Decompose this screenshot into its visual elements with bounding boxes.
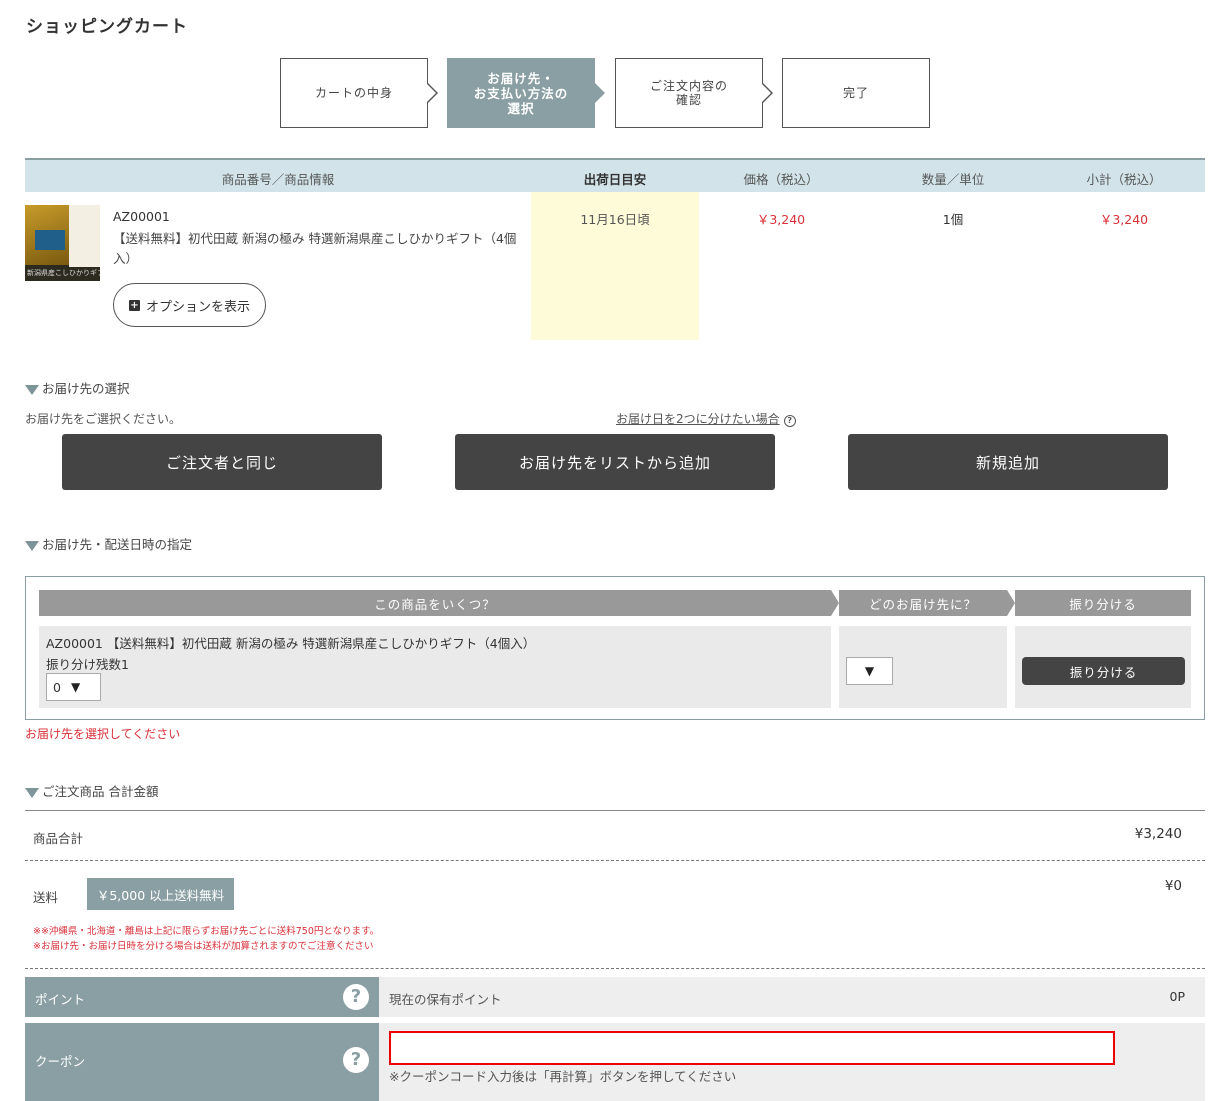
new-address-button[interactable]: 新規追加	[848, 434, 1168, 490]
show-options-button[interactable]: + オプションを表示	[113, 283, 266, 327]
coupon-label-cell: クーポン ?	[25, 1023, 379, 1101]
totals-heading: ご注文商品 合計金額	[25, 781, 158, 800]
divider	[25, 810, 1205, 811]
split-delivery-link-label: お届け日を2つに分けたい場合	[616, 412, 780, 426]
point-value: 0P	[1169, 989, 1186, 1004]
col-subtotal: 小計（税込）	[1086, 172, 1162, 187]
point-label: ポイント	[35, 992, 86, 1007]
checkout-steps: カートの中身 お届け先・ お支払い方法の 選択 ご注文内容の 確認 完了	[280, 58, 930, 128]
split-button[interactable]: 振り分ける	[1022, 657, 1185, 685]
col-product: 商品番号／商品情報	[221, 172, 335, 187]
delivery-select-heading-label: お届け先の選択	[42, 381, 130, 396]
col-price: 価格（税込）	[743, 172, 819, 187]
subtotal-label: 商品合計	[33, 831, 84, 846]
show-options-label: オプションを表示	[145, 299, 250, 315]
step-label: お届け先・ お支払い方法の 選択	[473, 70, 569, 116]
step-complete: 完了	[782, 58, 930, 128]
item-price: ￥3,240	[756, 212, 806, 227]
alloc-item-line: AZ00001 【送料無料】初代田蔵 新潟の極み 特選新潟県産こしひかりギフト（…	[46, 636, 536, 651]
alloc-header-qty-label: この商品をいくつ？	[374, 596, 496, 612]
alloc-header-qty: この商品をいくつ？	[39, 590, 839, 616]
point-value-cell: 現在の保有ポイント 0P	[379, 977, 1205, 1017]
step-label: 完了	[842, 85, 869, 100]
delivery-spec-heading-label: お届け先・配送日時の指定	[42, 537, 193, 552]
remaining-count: 振り分け残数1	[46, 657, 129, 672]
triangle-down-icon	[25, 788, 39, 798]
qty-select[interactable]: 0 ▼	[46, 673, 101, 701]
item-code: AZ00001	[113, 209, 170, 224]
free-shipping-badge: ￥5,000 以上送料無料	[87, 878, 234, 910]
col-ship-date: 出荷日目安	[583, 172, 647, 187]
dropdown-arrow-icon: ▼	[864, 664, 875, 678]
triangle-down-icon	[25, 385, 39, 395]
point-label-cell: ポイント ?	[25, 977, 379, 1017]
qty-select-value: 0	[53, 679, 61, 695]
split-delivery-link[interactable]: お届け日を2つに分けたい場合?	[616, 410, 796, 427]
step-label: ご注文内容の 確認	[649, 78, 728, 107]
same-as-orderer-button[interactable]: ご注文者と同じ	[62, 434, 382, 490]
delivery-instruction: お届け先をご選択ください。	[25, 412, 182, 426]
dropdown-arrow-icon: ▼	[70, 680, 81, 694]
triangle-down-icon	[25, 541, 39, 551]
destination-select[interactable]: ▼	[846, 657, 893, 685]
plus-icon: +	[128, 299, 140, 311]
delivery-select-heading: お届け先の選択	[25, 378, 130, 397]
cart-table-header: 商品番号／商品情報 出荷日目安 価格（税込） 数量／単位 小計（税込）	[25, 158, 1205, 192]
shipping-label: 送料	[33, 890, 59, 905]
ship-date-value: 11月16日頃	[580, 212, 650, 227]
coupon-input[interactable]	[389, 1031, 1115, 1065]
point-text: 現在の保有ポイント	[389, 992, 502, 1007]
alloc-header-split: 振り分ける	[1015, 590, 1191, 616]
thumbnail-caption: 新潟県産こしひかりギフト	[27, 269, 100, 277]
totals-heading-label: ご注文商品 合計金額	[42, 784, 159, 799]
coupon-label: クーポン	[35, 1054, 86, 1069]
item-name[interactable]: 【送料無料】初代田蔵 新潟の極み 特選新潟県産こしひかりギフト（4個入）	[113, 229, 533, 269]
step-arrow-icon	[594, 82, 605, 104]
coupon-help-icon[interactable]: ?	[343, 1047, 369, 1073]
divider	[25, 860, 1205, 861]
shipping-value: ¥0	[1164, 878, 1182, 894]
alloc-header-split-label: 振り分ける	[1069, 596, 1137, 612]
help-icon: ?	[783, 415, 796, 427]
alloc-header-destination-label: どのお届け先に？	[868, 596, 977, 612]
col-qty: 数量／単位	[921, 172, 985, 187]
subtotal-value: ¥3,240	[1134, 826, 1182, 842]
page-title: ショッピングカート	[26, 17, 188, 37]
add-from-list-button[interactable]: お届け先をリストから追加	[455, 434, 775, 490]
alloc-item-cell: AZ00001 【送料無料】初代田蔵 新潟の極み 特選新潟県産こしひかりギフト（…	[39, 626, 831, 708]
item-qty: 1個	[942, 212, 964, 227]
step-confirm: ご注文内容の 確認	[615, 58, 773, 128]
step-arrow-icon	[761, 82, 773, 104]
step-arrow-icon	[426, 82, 438, 104]
step-delivery-payment: お届け先・ お支払い方法の 選択	[447, 58, 605, 128]
item-subtotal: ￥3,240	[1099, 212, 1149, 227]
point-help-icon[interactable]: ?	[343, 984, 369, 1010]
error-note: お届け先を選択してください	[25, 727, 181, 741]
divider	[25, 968, 1205, 969]
shipping-note-1: ※※沖縄県・北海道・離島は上記に限らずお届け先ごとに送料750円となります。	[33, 926, 380, 937]
delivery-spec-heading: お届け先・配送日時の指定	[25, 534, 192, 553]
product-thumbnail[interactable]: 新潟県産こしひかりギフト	[25, 205, 100, 281]
shipping-note-2: ※お届け先・お届け日時を分ける場合は送料が加算されますのでご注意ください	[33, 941, 374, 952]
step-cart-contents: カートの中身	[280, 58, 438, 128]
alloc-header-destination: どのお届け先に？	[839, 590, 1015, 616]
coupon-note: ※クーポンコード入力後は「再計算」ボタンを押してください	[389, 1069, 737, 1084]
step-label: カートの中身	[314, 85, 393, 100]
